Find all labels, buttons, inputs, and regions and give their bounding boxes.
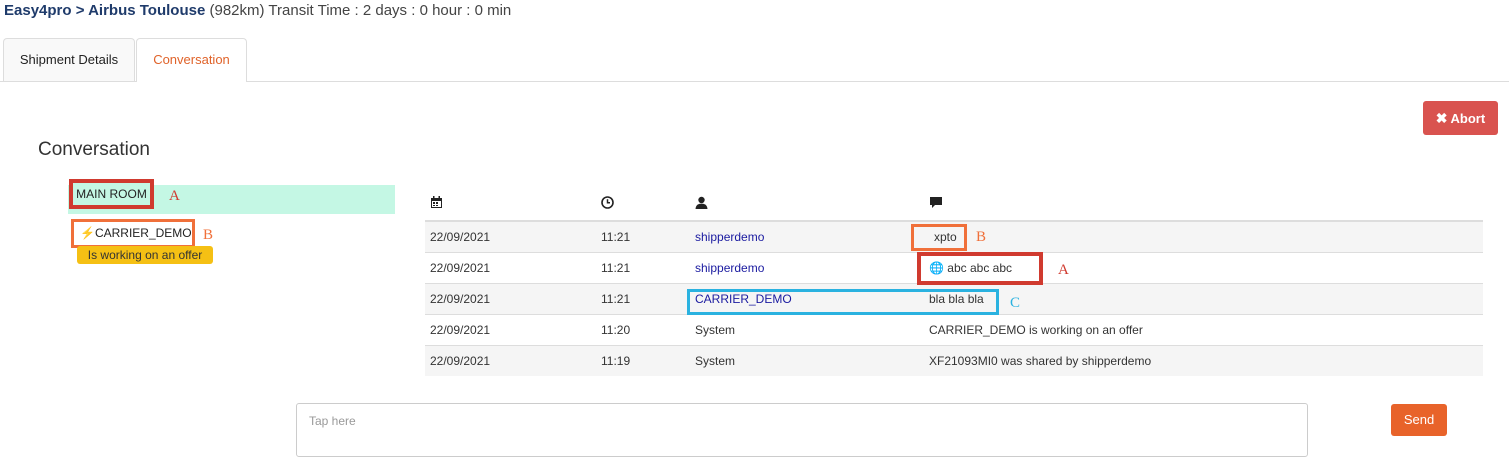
row-date: 22/09/2021 [425,252,601,284]
send-button[interactable]: Send [1391,404,1447,436]
row-message: CARRIER_DEMO is working on an offer [929,314,1483,346]
row-message: xpto [929,220,1483,253]
row-time: 11:20 [601,314,695,346]
tab-conversation[interactable]: Conversation [136,38,247,82]
status-badge: Is working on an offer [77,246,213,264]
row-date: 22/09/2021 [425,314,601,346]
annotation-b-carrier: B [203,227,214,243]
row-user: System [695,345,929,376]
room-carrier[interactable]: ⚡CARRIER_DEMO [71,219,195,248]
annotation-box-carrier [687,289,999,315]
abort-button[interactable]: ✖ Abort [1423,101,1498,135]
shipment-header: Easy4pro > Airbus Toulouse (982km) Trans… [4,2,511,19]
row-time: 11:19 [601,345,695,376]
close-icon: ✖ [1435,110,1448,126]
row-date: 22/09/2021 [425,283,601,315]
annotation-box-xpto [911,224,967,251]
abort-label: Abort [1450,111,1486,126]
row-user-link[interactable]: shipperdemo [695,220,929,253]
distance-text: (982km) [209,2,265,19]
annotation-b-xpto: B [976,229,987,245]
table-row: 22/09/2021 11:20 System CARRIER_DEMO is … [425,314,1483,346]
row-message: XF21093MI0 was shared by shipperdemo [929,345,1483,376]
column-message [929,185,1483,222]
annotation-a-main-room: A [169,188,180,204]
row-time: 11:21 [601,252,695,284]
message-input[interactable]: Tap here [296,403,1308,457]
row-time: 11:21 [601,283,695,315]
bolt-icon: ⚡ [80,226,95,240]
route-title: Easy4pro > Airbus Toulouse [4,2,206,19]
annotation-box-abc [917,252,1043,285]
tab-shipment-details[interactable]: Shipment Details [3,38,135,81]
calendar-icon [431,196,442,208]
column-user [695,185,929,222]
clock-icon [601,196,614,209]
transit-time-text: Transit Time : 2 days : 0 hour : 0 min [268,2,512,19]
tab-bar: Shipment Details Conversation [0,38,1509,82]
room-main[interactable]: MAIN ROOM [69,179,154,209]
room-carrier-label: CARRIER_DEMO [94,226,192,240]
row-user: System [695,314,929,346]
table-row: 22/09/2021 11:19 System XF21093MI0 was s… [425,345,1483,376]
annotation-a-abc: A [1058,262,1069,278]
row-time: 11:21 [601,220,695,253]
user-icon [695,196,708,209]
row-date: 22/09/2021 [425,345,601,376]
column-date [425,185,601,222]
annotation-c-carrier: C [1010,295,1021,311]
comment-icon [930,197,942,208]
column-time [601,185,695,222]
row-date: 22/09/2021 [425,220,601,253]
page-title: Conversation [38,139,150,160]
row-user-link[interactable]: shipperdemo [695,252,929,284]
